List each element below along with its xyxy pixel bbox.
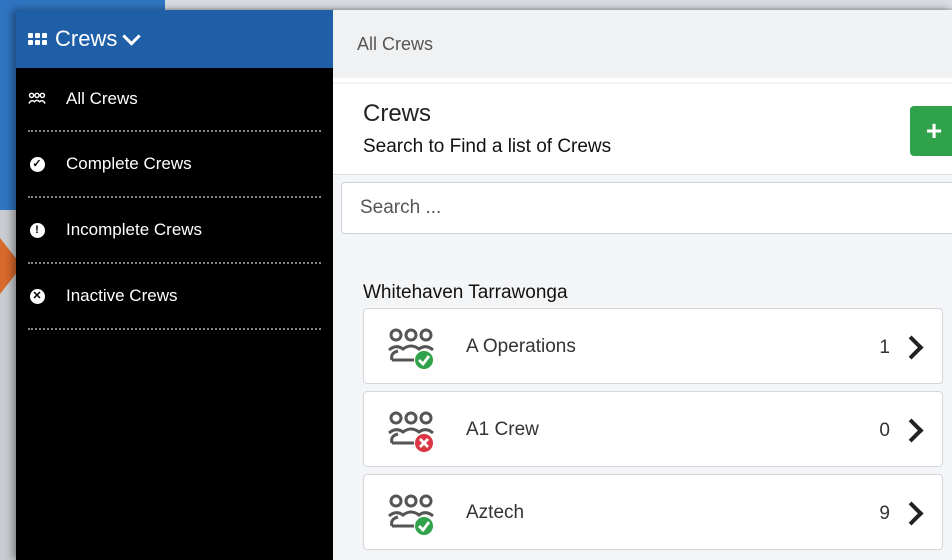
sidebar-item-incomplete-crews[interactable]: ! Incomplete Crews <box>28 198 321 264</box>
crew-name: Aztech <box>466 502 525 523</box>
chevron-right-icon <box>899 501 924 526</box>
search-input[interactable] <box>342 183 952 233</box>
exclamation-circle-icon: ! <box>28 221 46 239</box>
crew-card-a1-crew[interactable]: A1 Crew 0 <box>363 391 943 467</box>
crew-name: A Operations <box>466 336 576 357</box>
sidebar: Crews All Crews ✓ Complete Crews ! Incom… <box>16 10 333 560</box>
check-circle-icon: ✓ <box>28 155 46 173</box>
page-title: Crews <box>363 100 432 127</box>
crew-card-aztech[interactable]: Aztech 9 <box>363 474 943 550</box>
crew-name: A1 Crew <box>466 419 539 440</box>
breadcrumb-item[interactable]: All Crews <box>357 34 433 55</box>
sidebar-item-label: All Crews <box>66 89 138 108</box>
users-icon <box>28 90 46 108</box>
sidebar-item-label: Inactive Crews <box>66 286 178 305</box>
sidebar-item-label: Complete Crews <box>66 154 192 173</box>
page-subtitle: Search to Find a list of Crews <box>363 136 612 157</box>
main-panel: All Crews Crews Search to Find a list of… <box>333 10 952 560</box>
chevron-down-icon <box>122 26 142 46</box>
crew-complete-icon <box>386 326 438 370</box>
sidebar-item-complete-crews[interactable]: ✓ Complete Crews <box>28 132 321 198</box>
chevron-right-icon <box>899 418 924 443</box>
sidebar-item-all-crews[interactable]: All Crews <box>28 68 321 132</box>
crew-inactive-icon <box>386 409 438 453</box>
crew-list: A Operations 1 A1 Crew 0 Aztech 9 <box>363 308 943 557</box>
crew-card-a-operations[interactable]: A Operations 1 <box>363 308 943 384</box>
grid-icon <box>28 33 47 45</box>
crews-menu-label: Crews <box>55 26 118 51</box>
chevron-right-icon <box>899 335 924 360</box>
add-crew-button[interactable]: + <box>910 106 952 156</box>
crew-count: 0 <box>879 420 890 441</box>
x-circle-icon: ✕ <box>28 287 46 305</box>
breadcrumb: All Crews <box>333 10 952 82</box>
sidebar-nav: All Crews ✓ Complete Crews ! Incomplete … <box>16 68 333 330</box>
search-box <box>341 182 952 234</box>
crew-count: 1 <box>879 337 890 358</box>
crew-complete-icon <box>386 492 438 536</box>
crews-menu-dropdown[interactable]: Crews <box>16 10 333 68</box>
crew-count: 9 <box>879 503 890 524</box>
sidebar-item-label: Incomplete Crews <box>66 220 203 239</box>
group-title: Whitehaven Tarrawonga <box>363 282 568 303</box>
sidebar-item-inactive-crews[interactable]: ✕ Inactive Crews <box>28 264 321 330</box>
page-header: Crews Search to Find a list of Crews + <box>333 84 952 175</box>
app-window: Crews All Crews ✓ Complete Crews ! Incom… <box>16 10 952 560</box>
